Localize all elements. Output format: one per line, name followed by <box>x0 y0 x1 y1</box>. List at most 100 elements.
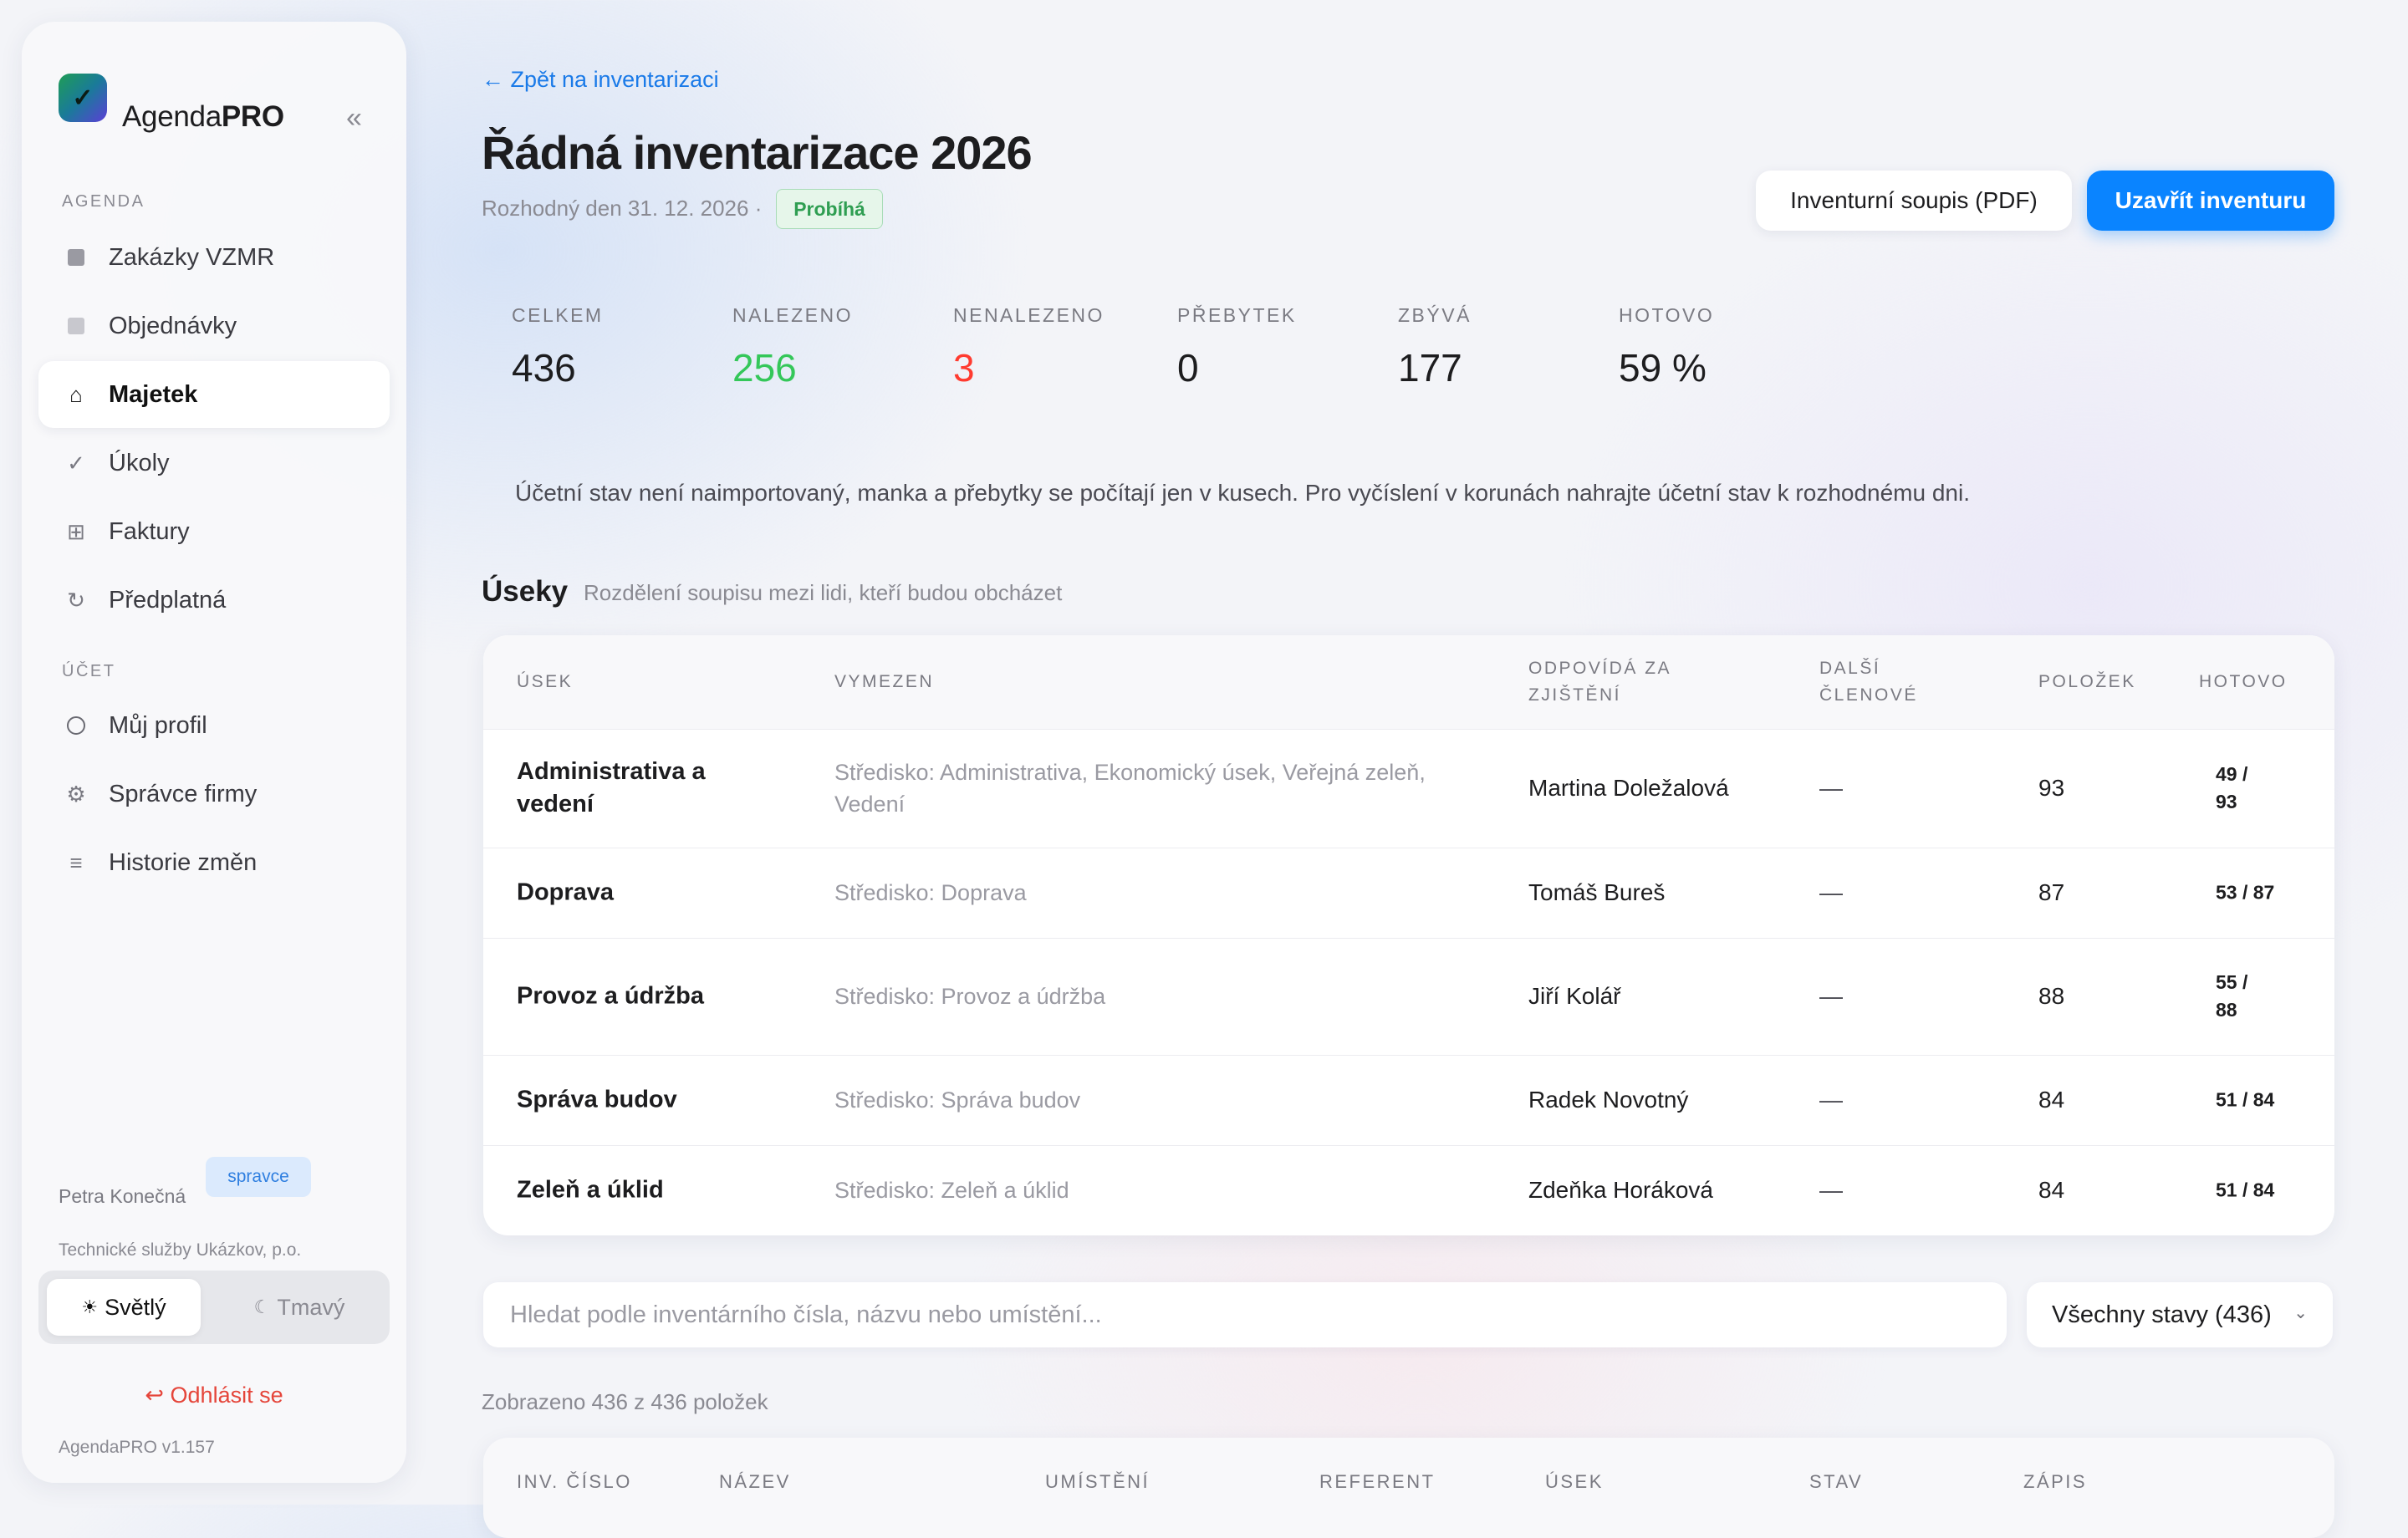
section-defined: Středisko: Doprava <box>834 880 1027 905</box>
sections-title: Úseky <box>482 575 569 608</box>
checkmark-logo-icon: ✓ <box>72 84 94 112</box>
table-header: ÚSEK VYMEZEN ODPOVÍDÁ ZA ZJIŠTĚNÍ DALŠÍ … <box>483 635 2334 730</box>
circle-icon <box>65 716 87 735</box>
column-header-section[interactable]: ÚSEK <box>1545 1471 1604 1493</box>
theme-light-label: Světlý <box>105 1294 166 1320</box>
sidebar-item-objednavky[interactable]: Objednávky <box>38 293 390 359</box>
collapse-sidebar-icon[interactable]: « <box>346 102 362 135</box>
section-others: — <box>1819 1177 1843 1203</box>
brand-name: AgendaPRO <box>122 100 284 134</box>
gear-icon: ⚙ <box>66 781 86 807</box>
theme-dark-button[interactable]: ☾ Tmavý <box>217 1279 381 1336</box>
stat-value: 59 % <box>1619 346 1707 390</box>
theme-light-button[interactable]: ☀ Světlý <box>47 1279 201 1336</box>
sidebar-item-label: Faktury <box>109 517 190 545</box>
section-name: Správa budov <box>517 1086 677 1113</box>
section-count: 93 <box>2038 775 2065 801</box>
home-icon: ⌂ <box>69 381 83 407</box>
sidebar-item-majetek[interactable]: ⌂ Majetek <box>38 361 390 428</box>
section-done: 51 / 84 <box>2216 1179 2275 1201</box>
theme-dark-label: Tmavý <box>277 1294 345 1320</box>
search-placeholder: Hledat podle inventárního čísla, názvu n… <box>510 1301 1102 1328</box>
stat-value: 0 <box>1177 346 1199 390</box>
section-responsible: Martina Doležalová <box>1528 775 1729 801</box>
column-header-record[interactable]: ZÁPIS <box>2023 1471 2087 1493</box>
section-label-ucet: ÚČET <box>62 662 116 680</box>
section-count: 84 <box>2038 1177 2065 1203</box>
grid-icon: ⊞ <box>67 518 85 544</box>
section-count: 88 <box>2038 983 2065 1009</box>
section-label-agenda: AGENDA <box>62 192 145 211</box>
status-badge: Probíhá <box>776 189 883 229</box>
sidebar: ✓ AgendaPRO « AGENDA Zakázky VZMR Objedn… <box>22 22 406 1483</box>
stat-value: 256 <box>732 346 797 390</box>
section-count: 84 <box>2038 1087 2065 1113</box>
table-row[interactable]: Provoz a údržba Středisko: Provoz a údrž… <box>483 938 2334 1056</box>
search-input[interactable]: Hledat podle inventárního čísla, názvu n… <box>483 1282 2007 1347</box>
stat-label: PŘEBYTEK <box>1177 304 1297 326</box>
status-filter-select[interactable]: Všechny stavy (436) ⌄ <box>2027 1282 2333 1347</box>
check-icon: ✓ <box>67 450 85 476</box>
square-outline-icon <box>65 318 87 334</box>
column-header-inv-number[interactable]: INV. ČÍSLO <box>517 1471 632 1493</box>
section-count: 87 <box>2038 879 2065 905</box>
column-header-name[interactable]: NÁZEV <box>719 1471 791 1493</box>
logout-button[interactable]: ↩ Odhlásit se <box>22 1383 406 1408</box>
table-row[interactable]: Správa budov Středisko: Správa budov Rad… <box>483 1055 2334 1146</box>
sidebar-item-historie-zmen[interactable]: ≡ Historie změn <box>38 829 390 896</box>
stat-label: NENALEZENO <box>953 304 1105 326</box>
stat-done: HOTOVO 59 % <box>1619 304 1714 390</box>
stat-total: CELKEM 436 <box>512 304 604 390</box>
table-row[interactable]: Administrativa a vedení Středisko: Admin… <box>483 729 2334 848</box>
items-table: INV. ČÍSLO NÁZEV UMÍSTĚNÍ REFERENT ÚSEK … <box>483 1438 2334 1538</box>
sidebar-item-spravce-firmy[interactable]: ⚙ Správce firmy <box>38 761 390 828</box>
stat-value: 436 <box>512 346 576 390</box>
sidebar-item-predplatna[interactable]: ↻ Předplatná <box>38 567 390 634</box>
section-others: — <box>1819 1087 1843 1113</box>
column-header-responsible: ODPOVÍDÁ ZA ZJIŠTĚNÍ <box>1528 659 1671 705</box>
column-header-status[interactable]: STAV <box>1809 1471 1863 1493</box>
column-header-location[interactable]: UMÍSTĚNÍ <box>1045 1471 1150 1493</box>
stat-found: NALEZENO 256 <box>732 304 853 390</box>
section-name: Administrativa a vedení <box>517 758 706 817</box>
column-header-done: HOTOVO <box>2199 672 2288 691</box>
sections-subtitle: Rozdělení soupisu mezi lidi, kteří budou… <box>584 580 1063 605</box>
section-done: 51 / 84 <box>2216 1088 2275 1111</box>
stat-value: 3 <box>953 346 975 390</box>
sun-icon: ☀ <box>81 1296 99 1317</box>
column-header-referent[interactable]: REFERENT <box>1319 1471 1436 1493</box>
column-header-others: DALŠÍ ČLENOVÉ <box>1819 659 1918 705</box>
stat-value: 177 <box>1398 346 1462 390</box>
stat-not-found: NENALEZENO 3 <box>953 304 1105 390</box>
section-done: 49 / 93 <box>2216 763 2248 812</box>
section-done: 55 / 88 <box>2216 971 2248 1021</box>
export-pdf-button[interactable]: Inventurní soupis (PDF) <box>1756 171 2072 231</box>
sidebar-item-label: Historie změn <box>109 848 258 876</box>
sidebar-item-muj-profil[interactable]: Můj profil <box>38 692 390 759</box>
sidebar-item-label: Můj profil <box>109 711 207 739</box>
close-inventory-button[interactable]: Uzavřít inventuru <box>2087 171 2334 231</box>
table-row[interactable]: Doprava Středisko: Doprava Tomáš Bureš —… <box>483 848 2334 939</box>
brand-regular: Agenda <box>122 100 222 133</box>
accounting-notice: Účetní stav není naimportovaný, manka a … <box>515 480 1971 506</box>
refresh-icon: ↻ <box>67 587 85 613</box>
sidebar-item-label: Předplatná <box>109 586 227 614</box>
back-link[interactable]: ← Zpět na inventarizaci <box>482 67 719 93</box>
sidebar-item-ukoly[interactable]: ✓ Úkoly <box>38 430 390 497</box>
app-version: AgendaPRO v1.157 <box>59 1438 215 1457</box>
table-row[interactable]: Zeleň a úklid Středisko: Zeleň a úklid Z… <box>483 1145 2334 1235</box>
stat-label: NALEZENO <box>732 304 853 326</box>
sidebar-item-faktury[interactable]: ⊞ Faktury <box>38 498 390 565</box>
section-responsible: Radek Novotný <box>1528 1087 1689 1113</box>
chevron-down-icon: ⌄ <box>2293 1304 2308 1322</box>
section-defined: Středisko: Správa budov <box>834 1087 1081 1113</box>
section-defined: Středisko: Zeleň a úklid <box>834 1178 1069 1203</box>
section-others: — <box>1819 983 1843 1009</box>
sidebar-item-label: Majetek <box>109 380 198 408</box>
user-name: Petra Konečná <box>59 1185 186 1207</box>
column-header-defined: VYMEZEN <box>834 672 935 691</box>
section-responsible: Zdeňka Horáková <box>1528 1177 1714 1203</box>
sidebar-item-zakazky[interactable]: Zakázky VZMR <box>38 224 390 291</box>
section-name: Doprava <box>517 878 615 906</box>
stat-label: HOTOVO <box>1619 304 1715 326</box>
